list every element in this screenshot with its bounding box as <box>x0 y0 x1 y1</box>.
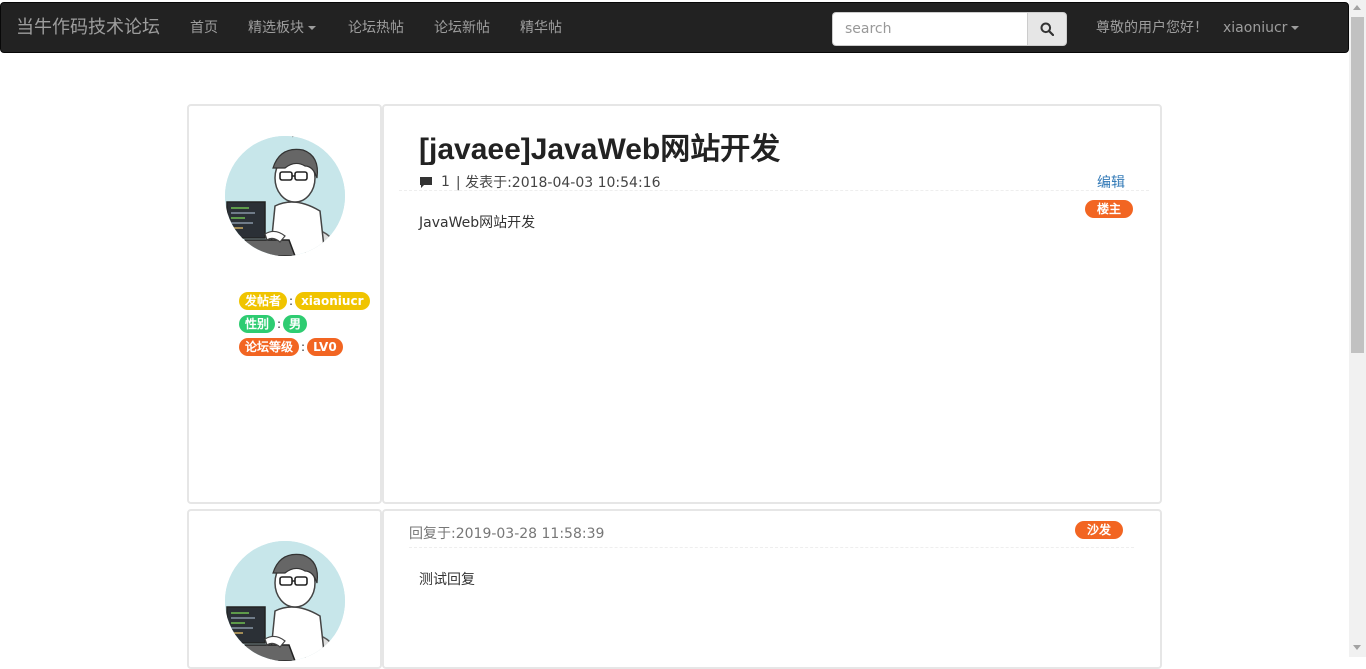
search-button[interactable] <box>1027 12 1067 46</box>
separator: : <box>301 340 306 354</box>
level-row: 论坛等级: LV0 <box>239 338 343 356</box>
reply-author-avatar <box>225 541 345 661</box>
scroll-thumb[interactable] <box>1351 17 1364 353</box>
page-scrollbar[interactable] <box>1349 0 1366 657</box>
top-navbar: 当牛作码技术论坛 首页 精选板块 论坛热帖 论坛新帖 精华帖 尊敬的用户您好！ … <box>0 2 1349 53</box>
author-avatar <box>225 136 345 256</box>
user-greeting: 尊敬的用户您好！ <box>1096 20 1208 36</box>
search-icon <box>1040 22 1054 36</box>
gender-row: 性别: 男 <box>239 315 308 333</box>
post-meta: 1 | 发表于:2018-04-03 10:54:16 <box>419 172 661 192</box>
gender-value-badge: 男 <box>283 315 308 333</box>
edit-link[interactable]: 编辑 <box>1097 172 1125 192</box>
divider <box>399 190 1149 191</box>
scroll-down-arrow-icon[interactable] <box>1353 645 1361 650</box>
level-value-badge: LV0 <box>307 338 343 356</box>
reply-content-panel: 回复于:2019-03-28 11:58:39 沙发 测试回复 <box>382 509 1162 669</box>
nav-featured-label: 精选板块 <box>248 20 304 36</box>
post-body: JavaWeb网站开发 <box>419 215 536 231</box>
nav-home[interactable]: 首页 <box>190 3 218 53</box>
floor-badge-owner: 楼主 <box>1085 200 1134 218</box>
reply-timestamp: 回复于:2019-03-28 11:58:39 <box>409 526 605 542</box>
divider <box>409 547 1134 548</box>
comment-icon <box>420 176 432 188</box>
avatar-illustration <box>225 136 345 256</box>
post-timestamp: | 发表于:2018-04-03 10:54:16 <box>455 175 661 191</box>
nav-featured-boards[interactable]: 精选板块 <box>248 3 316 53</box>
reply-count: 1 <box>441 174 450 190</box>
caret-down-icon <box>308 26 316 30</box>
user-menu[interactable]: xiaoniucr <box>1223 3 1300 53</box>
username-label: xiaoniucr <box>1223 20 1288 36</box>
separator: : <box>289 294 294 308</box>
reply-body: 测试回复 <box>419 572 475 588</box>
floor-badge-sofa: 沙发 <box>1075 521 1124 539</box>
post-content-panel: [javaee]JavaWeb网站开发 1 | 发表于:2018-04-03 1… <box>382 104 1162 504</box>
separator: : <box>277 317 282 331</box>
caret-down-icon <box>1291 26 1300 30</box>
reply-author-panel <box>187 509 382 669</box>
nav-hot-posts[interactable]: 论坛热帖 <box>348 3 404 53</box>
post-author-panel: 发帖者: xiaoniucr 性别: 男 论坛等级: LV0 <box>187 104 382 504</box>
brand-logo[interactable]: 当牛作码技术论坛 <box>16 3 160 53</box>
nav-essence-posts[interactable]: 精华帖 <box>520 3 562 53</box>
avatar-illustration <box>225 541 345 661</box>
search-input[interactable] <box>832 12 1028 46</box>
poster-name-badge: xiaoniucr <box>295 292 370 310</box>
scroll-up-arrow-icon[interactable] <box>1353 5 1361 10</box>
post-title: [javaee]JavaWeb网站开发 <box>419 133 781 166</box>
level-label-badge: 论坛等级 <box>239 338 300 356</box>
gender-label-badge: 性别 <box>239 315 276 333</box>
poster-row: 发帖者: xiaoniucr <box>239 292 370 310</box>
nav-new-posts[interactable]: 论坛新帖 <box>434 3 490 53</box>
poster-label-badge: 发帖者 <box>239 292 288 310</box>
